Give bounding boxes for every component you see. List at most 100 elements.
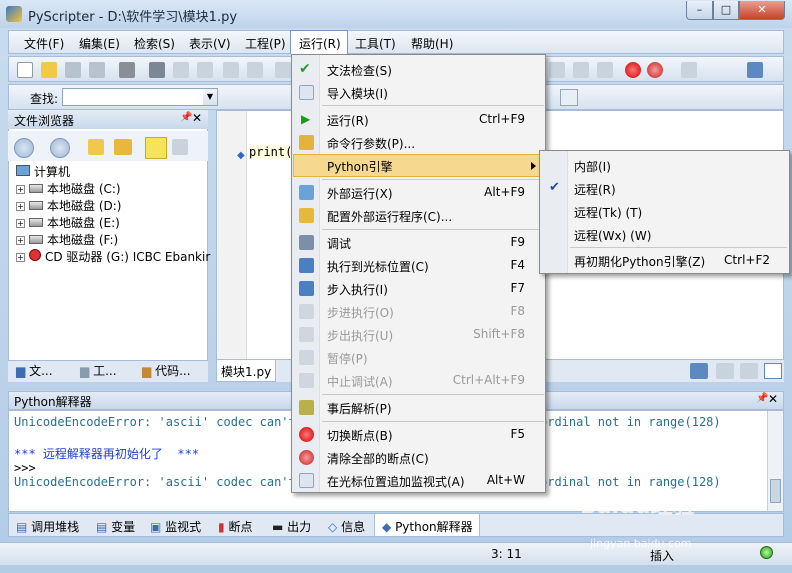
minimize-button[interactable]: – [686,1,713,20]
menu-item-run[interactable]: ▶ 运行(R) Ctrl+F9 [293,108,545,131]
breakpoint-icon[interactable] [625,62,641,78]
menu-item-step-into[interactable]: 步入执行(I) F7 [293,277,545,300]
tree-node-computer[interactable]: 计算机 [16,163,70,179]
menu-bar: 文件(F) 编集(E) 检索(S) 表示(V) 工程(P) 工具(T) 帮助(H… [8,30,784,54]
tab-file-browser[interactable]: ▆ 文... [16,362,53,379]
tab-code-explorer[interactable]: ▆ 代码... [142,362,191,379]
pause-icon[interactable] [573,62,589,78]
menu-item-toggle-breakpoint[interactable]: 切换断点(B) F5 [293,423,545,446]
save-icon[interactable] [65,62,81,78]
scroll-thumb[interactable] [770,479,781,503]
undo-icon[interactable] [223,62,239,78]
menu-tools[interactable]: 工具(T) [355,35,396,52]
forward-icon[interactable] [50,138,70,158]
pin-icon[interactable]: 📌 [180,112,192,123]
menu-search[interactable]: 检索(S) [134,35,175,52]
tab-breakpoints[interactable]: ▮ 断点 [218,518,252,535]
menu-item-post-mortem[interactable]: 事后解析(P) [293,396,545,419]
tree-node-drive[interactable]: + 本地磁盘 (C:) [16,180,121,196]
expand-icon[interactable]: + [16,236,25,245]
engine-item-reinitialize[interactable]: 再初期化Python引擎(Z) Ctrl+F2 [541,249,788,272]
new-editor-icon[interactable] [690,363,708,379]
find-input[interactable] [62,88,218,106]
tab-python-interpreter[interactable]: ◆ Python解释器 [382,518,473,535]
engine-item-remote-tk[interactable]: 远程(Tk) (T) [541,200,788,223]
menu-item-syntax-check[interactable]: ✔ 文法检查(S) [293,58,545,81]
new-folder-icon[interactable] [172,139,188,155]
menu-item-add-watch[interactable]: 在光标位置追加监视式(A) Alt+W [293,469,545,492]
editor-right-icon[interactable] [740,363,758,379]
clear-breakpoints-icon[interactable] [647,62,663,78]
menu-item-abort-debug[interactable]: 中止调试(A) Ctrl+Alt+F9 [293,369,545,392]
menu-item-clear-breakpoints[interactable]: 清除全部的断点(C) [293,446,545,469]
engine-item-internal[interactable]: 内部(I) [541,154,788,177]
menu-item-external-run[interactable]: 外部运行(X) Alt+F9 [293,181,545,204]
menu-item-debug[interactable]: 调试 F9 [293,231,545,254]
tab-project[interactable]: ▆ 工... [80,362,117,379]
python-engine-submenu: 内部(I) ✔ 远程(R) 远程(Tk) (T) 远程(Wx) (W) 再初期化P… [539,150,790,274]
redo-icon[interactable] [247,62,263,78]
pin-icon[interactable]: 📌 [756,393,768,404]
menu-item-command-line-args[interactable]: 命令行参数(P)... [293,131,545,154]
tree-node-label: 本地磁盘 (C:) [47,182,121,196]
tree-node-drive[interactable]: + 本地磁盘 (D:) [16,197,121,213]
folder-up-icon[interactable] [88,139,104,155]
menu-item-python-engine[interactable]: Python引擎 [293,154,545,177]
find-icon[interactable] [275,62,291,78]
print-icon[interactable] [119,62,135,78]
tree-node-drive[interactable]: + 本地磁盘 (F:) [16,231,118,247]
back-icon[interactable] [14,138,34,158]
find-options-icon[interactable] [560,89,578,106]
panel-close-icon[interactable]: ✕ [192,111,202,125]
close-button[interactable]: ✕ [739,1,785,20]
engine-item-remote-wx[interactable]: 远程(Wx) (W) [541,223,788,246]
step-icon[interactable] [549,62,565,78]
tab-call-stack[interactable]: ▤ 调用堆栈 [16,518,79,535]
tab-watches[interactable]: ▣ 监视式 [150,518,201,535]
expand-icon[interactable]: + [16,202,25,211]
panel-close-icon[interactable]: ✕ [768,392,778,406]
open-folder-icon[interactable] [41,62,57,78]
back-icon[interactable] [681,62,697,78]
editor-tab-module1[interactable]: 模块1.py [216,360,276,382]
editor-window-icon[interactable] [764,363,782,379]
expand-icon[interactable]: + [16,219,25,228]
menu-edit[interactable]: 编集(E) [79,35,120,52]
tree-node-cd-drive[interactable]: + CD 驱动器 (G:) ICBC Ebankir [16,248,210,264]
tab-output[interactable]: ▬ 出力 [272,518,311,535]
code-line[interactable]: print( [249,145,293,159]
copy-icon[interactable] [173,62,189,78]
favorites-icon[interactable] [114,139,132,155]
new-file-icon[interactable] [17,62,33,78]
save-all-icon[interactable] [89,62,105,78]
menu-run[interactable]: 运行(R) [290,30,348,54]
menu-item-run-to-cursor[interactable]: 执行到光标位置(C) F4 [293,254,545,277]
menu-item-import-module[interactable]: 导入模块(I) [293,81,545,104]
tree-node-label: CD 驱动器 (G:) ICBC Ebankir [45,250,211,264]
engine-item-remote[interactable]: ✔ 远程(R) [541,177,788,200]
console-scrollbar[interactable] [767,411,783,511]
tree-node-label: 本地磁盘 (F:) [47,233,119,247]
interpreter-title: Python解释器 [14,395,92,409]
menu-item-step-out[interactable]: 步出执行(U) Shift+F8 [293,323,545,346]
menu-file[interactable]: 文件(F) [24,35,64,52]
cut-icon[interactable] [149,62,165,78]
editor-left-icon[interactable] [716,363,734,379]
filter-icon[interactable] [145,137,167,159]
menu-item-pause[interactable]: 暂停(P) [293,346,545,369]
layout-icon[interactable] [747,62,763,78]
tree-node-drive[interactable]: + 本地磁盘 (E:) [16,214,120,230]
expand-icon[interactable]: + [16,253,25,262]
maximize-button[interactable]: □ [713,1,739,20]
tab-messages[interactable]: ◇ 信息 [328,518,365,535]
tab-variables[interactable]: ▤ 变量 [96,518,135,535]
menu-help[interactable]: 帮助(H) [411,35,453,52]
menu-item-configure-external[interactable]: 配置外部运行程序(C)... [293,204,545,227]
find-dropdown-icon[interactable]: ▼ [203,89,217,105]
expand-icon[interactable]: + [16,185,25,194]
menu-item-step-over[interactable]: 步进执行(O) F8 [293,300,545,323]
menu-project[interactable]: 工程(P) [245,35,286,52]
menu-view[interactable]: 表示(V) [189,35,231,52]
stop-icon[interactable] [597,62,613,78]
paste-icon[interactable] [197,62,213,78]
